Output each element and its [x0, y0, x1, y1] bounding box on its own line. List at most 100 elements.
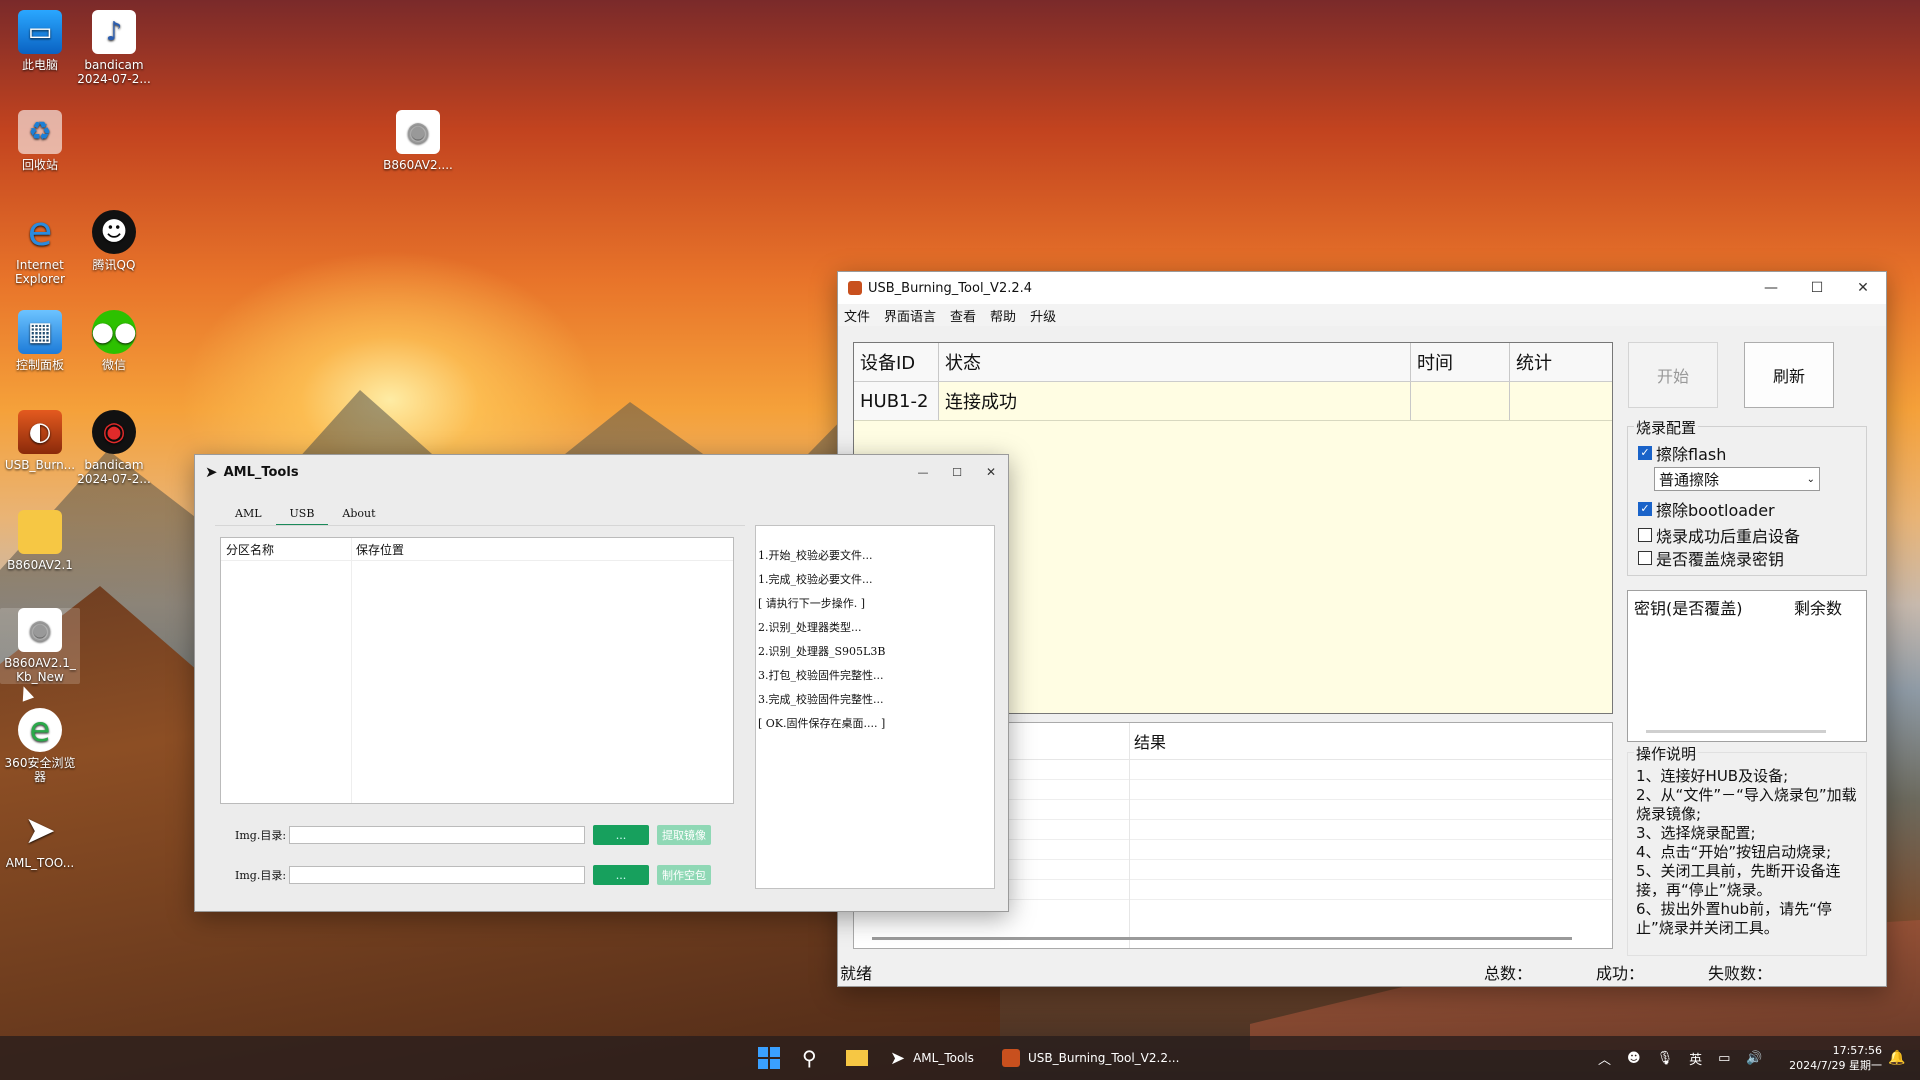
- input-language-indicator[interactable]: 英: [1689, 1049, 1702, 1068]
- header-time: 时间: [1411, 343, 1510, 381]
- browse-button[interactable]: ...: [593, 865, 650, 885]
- header-partition-name: 分区名称: [226, 542, 275, 557]
- status-bar: 就绪 总数： 成功： 失败数：: [838, 958, 1886, 986]
- usb-burning-icon: [1002, 1049, 1020, 1067]
- desktop-icon-bandicam-app[interactable]: ◉ bandicam 2024-07-2...: [74, 410, 154, 486]
- desktop-icon-360-browser[interactable]: e 360安全浏览 器: [0, 708, 80, 784]
- aml-tabs: AML USB About: [221, 505, 390, 526]
- refresh-button[interactable]: 刷新: [1744, 342, 1834, 408]
- header-remaining: 剩余数: [1794, 599, 1843, 618]
- qq-tray-icon[interactable]: ☻: [1627, 1051, 1641, 1066]
- menu-language[interactable]: 界面语言: [884, 306, 936, 325]
- desktop-icon-usb-burning[interactable]: ◐ USB_Burn...: [0, 410, 80, 472]
- browse-button[interactable]: ...: [593, 825, 650, 845]
- file-explorer-button[interactable]: [846, 1036, 868, 1080]
- aml-log-panel: 1.开始_校验必要文件... 1.完成_校验必要文件... [ 请执行下一步操作…: [755, 525, 995, 889]
- taskbar-usb-burning-tool[interactable]: USB_Burning_Tool_V2.2...: [1002, 1036, 1179, 1080]
- instruction-line: 5、关闭工具前，先断开设备连接，再“停止”烧录。: [1636, 862, 1841, 899]
- desktop-icon-b860av2-kb-new[interactable]: ◉ B860AV2.1_ Kb_New: [0, 608, 80, 684]
- desktop-icon-label: Internet Explorer: [15, 258, 65, 286]
- menu-file[interactable]: 文件: [844, 306, 870, 325]
- desktop-icon-control-panel[interactable]: ▦ 控制面板: [0, 310, 80, 372]
- overwrite-key-checkbox[interactable]: 是否覆盖烧录密钥: [1638, 546, 1784, 570]
- make-empty-package-button[interactable]: 制作空包: [657, 865, 712, 885]
- aml-titlebar[interactable]: ➤ AML_Tools — ☐ ✕: [195, 455, 1008, 489]
- 360-browser-icon: e: [18, 708, 62, 752]
- horizontal-scrollbar[interactable]: [1646, 730, 1826, 733]
- start-menu-button[interactable]: [758, 1036, 780, 1080]
- desktop-icon-label: USB_Burn...: [4, 458, 76, 472]
- partition-table[interactable]: 分区名称 保存位置: [220, 537, 734, 804]
- desktop-icon-b860av2-folder[interactable]: B860AV2.1: [0, 510, 80, 572]
- notification-button[interactable]: 🔔: [1888, 1036, 1905, 1080]
- desktop-icon-label: B860AV2.1_ Kb_New: [4, 656, 76, 684]
- desktop-icon-this-pc[interactable]: ▭ 此电脑: [0, 10, 80, 72]
- partition-table-header: 分区名称 保存位置: [221, 538, 733, 561]
- menu-view[interactable]: 查看: [950, 306, 976, 325]
- network-icon[interactable]: ▭: [1718, 1051, 1730, 1066]
- qq-penguin-icon: ☻: [92, 210, 136, 254]
- log-line: 1.完成_校验必要文件...: [758, 573, 873, 586]
- usb-titlebar[interactable]: USB_Burning_Tool_V2.2.4 — ☐ ✕: [838, 272, 1886, 304]
- checkbox-checked-icon: ✓: [1638, 502, 1652, 516]
- chevron-up-icon[interactable]: ︿: [1598, 1049, 1611, 1068]
- chevron-down-icon: ⌄: [1806, 473, 1815, 485]
- instruction-line: 6、拔出外置hub前，请先“停止”烧录并关闭工具。: [1636, 900, 1832, 937]
- status-success: 成功：: [1596, 964, 1645, 983]
- desktop-icon-ie[interactable]: e Internet Explorer: [0, 210, 80, 286]
- desktop-icon-wechat[interactable]: ●● 微信: [74, 310, 154, 372]
- minimize-button[interactable]: —: [906, 456, 940, 488]
- folder-icon: [18, 510, 62, 554]
- instructions-text: 1、连接好HUB及设备; 2、从“文件”－“导入烧录包”加载烧录镜像; 3、选择…: [1628, 753, 1866, 938]
- menu-help[interactable]: 帮助: [990, 306, 1016, 325]
- tab-usb[interactable]: USB: [275, 505, 329, 526]
- minimize-button[interactable]: —: [1748, 272, 1794, 304]
- desktop-icon-label: B860AV2....: [383, 158, 453, 172]
- taskbar-aml-tools[interactable]: ➤ AML_Tools: [890, 1036, 974, 1080]
- erase-bootloader-checkbox[interactable]: ✓ 擦除bootloader: [1638, 497, 1775, 521]
- key-list[interactable]: 密钥(是否覆盖) 剩余数: [1627, 590, 1867, 742]
- window-title: USB_Burning_Tool_V2.2.4: [868, 280, 1033, 296]
- header-key: 密钥(是否覆盖): [1634, 599, 1743, 618]
- volume-icon[interactable]: 🔊: [1746, 1051, 1762, 1066]
- make-empty-package-row: Img.目录: ... 制作空包: [235, 865, 712, 885]
- erase-mode-select[interactable]: 普通擦除 ⌄: [1654, 467, 1820, 491]
- bell-icon: 🔔: [1888, 1050, 1906, 1066]
- tab-about[interactable]: About: [328, 505, 389, 526]
- aml-tool-icon: ➤: [205, 463, 218, 481]
- horizontal-scrollbar[interactable]: [872, 937, 1572, 940]
- search-button[interactable]: ⚲: [802, 1036, 817, 1080]
- extract-image-button[interactable]: 提取镜像: [657, 825, 712, 845]
- disk-image-icon: ◉: [18, 608, 62, 652]
- desktop-icon-b860av2-img[interactable]: ◉ B860AV2....: [378, 110, 458, 172]
- img-dir-input[interactable]: [289, 866, 586, 884]
- desktop-icon-qq[interactable]: ☻ 腾讯QQ: [74, 210, 154, 272]
- microphone-icon[interactable]: 🎙: [1657, 1051, 1674, 1066]
- taskbar-app-label: USB_Burning_Tool_V2.2...: [1028, 1051, 1180, 1065]
- clock[interactable]: 17:57:56 2024/7/29 星期一: [1782, 1036, 1882, 1080]
- instruction-line: 3、选择烧录配置;: [1636, 824, 1756, 842]
- search-icon: ⚲: [802, 1046, 817, 1070]
- img-dir-input[interactable]: [289, 826, 586, 844]
- control-panel-icon: ▦: [18, 310, 62, 354]
- start-button[interactable]: 开始: [1628, 342, 1718, 408]
- erase-flash-checkbox[interactable]: ✓ 擦除flash: [1638, 441, 1726, 465]
- close-button[interactable]: ✕: [974, 456, 1008, 488]
- desktop-icon-bandicam-video[interactable]: ♪ bandicam 2024-07-2...: [74, 10, 154, 86]
- status-total: 总数：: [1484, 964, 1533, 983]
- log-line: 2.识别_处理器_S905L3B: [758, 645, 886, 658]
- tab-aml[interactable]: AML: [221, 505, 276, 526]
- maximize-button[interactable]: ☐: [1794, 272, 1840, 304]
- desktop-icon-recycle-bin[interactable]: ♻ 回收站: [0, 110, 80, 172]
- device-grid-header: 设备ID 状态 时间 统计: [854, 343, 1612, 382]
- clock-date: 2024/7/29 星期一: [1789, 1058, 1882, 1072]
- desktop-icon-label: 腾讯QQ: [92, 258, 136, 272]
- maximize-button[interactable]: ☐: [940, 456, 974, 488]
- desktop-icon-aml-tools[interactable]: ➤ AML_TOO...: [0, 808, 80, 870]
- menu-upgrade[interactable]: 升级: [1030, 306, 1056, 325]
- reboot-after-checkbox[interactable]: 烧录成功后重启设备: [1638, 523, 1800, 547]
- status-ready: 就绪: [840, 964, 873, 983]
- table-row[interactable]: HUB1-2 连接成功: [854, 382, 1612, 421]
- close-button[interactable]: ✕: [1840, 272, 1886, 304]
- log-line: [ OK.固件保存在桌面.... ]: [758, 717, 886, 730]
